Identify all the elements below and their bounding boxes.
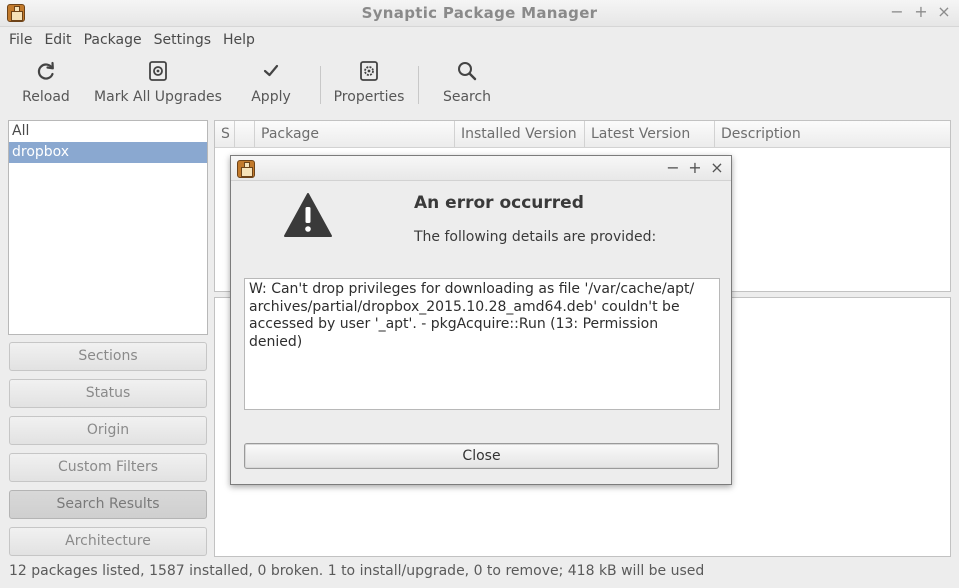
- apply-button[interactable]: Apply: [244, 59, 298, 105]
- column-header-description[interactable]: Description: [715, 121, 950, 148]
- menu-file[interactable]: File: [3, 32, 38, 48]
- menu-edit[interactable]: Edit: [38, 32, 77, 48]
- search-button[interactable]: Search: [440, 59, 494, 105]
- error-line: archives/partial/dropbox_2015.10.28_amd6…: [249, 298, 680, 315]
- menu-settings[interactable]: Settings: [148, 32, 217, 48]
- close-icon[interactable]: ×: [934, 2, 954, 22]
- column-header-status[interactable]: S: [215, 121, 235, 148]
- window-title: Synaptic Package Manager: [361, 4, 598, 22]
- error-line: W: Can't drop privileges for downloading…: [249, 281, 695, 297]
- architecture-button[interactable]: Architecture: [9, 527, 207, 556]
- dialog-minimize-icon[interactable]: −: [663, 158, 683, 178]
- warning-triangle-icon: [284, 193, 332, 237]
- status-bar-text: 12 packages listed, 1587 installed, 0 br…: [9, 563, 705, 579]
- maximize-icon[interactable]: +: [911, 2, 931, 22]
- mark-all-upgrades-label: Mark All Upgrades: [94, 89, 222, 105]
- filter-item-dropbox[interactable]: dropbox: [9, 142, 207, 163]
- toolbar-separator: [320, 66, 321, 104]
- search-magnifier-icon: [458, 62, 477, 81]
- properties-button[interactable]: Properties: [331, 59, 407, 105]
- title-bar: Synaptic Package Manager − + ×: [0, 0, 959, 27]
- custom-filters-button[interactable]: Custom Filters: [9, 453, 207, 482]
- toolbar: Reload Mark All Upgrades Apply Propertie…: [0, 53, 959, 117]
- filter-list: All dropbox: [8, 120, 208, 335]
- column-header-support[interactable]: [235, 121, 255, 148]
- column-header-latest-version[interactable]: Latest Version: [585, 121, 715, 148]
- error-line: accessed by user '_apt'. - pkgAcquire::R…: [249, 316, 659, 350]
- toolbar-separator: [418, 66, 419, 104]
- dialog-maximize-icon[interactable]: +: [685, 158, 705, 178]
- dialog-close-button[interactable]: Close: [244, 443, 719, 469]
- error-dialog: − + × An error occurred The following de…: [230, 155, 732, 485]
- mark-all-upgrades-button[interactable]: Mark All Upgrades: [94, 59, 222, 105]
- synaptic-app-icon: [237, 160, 255, 178]
- menu-bar: File Edit Package Settings Help: [0, 27, 959, 53]
- reload-button[interactable]: Reload: [17, 59, 75, 105]
- checkmark-icon: [263, 64, 279, 77]
- column-header-package[interactable]: Package: [255, 121, 455, 148]
- error-details-text: W: Can't drop privileges for downloading…: [244, 278, 720, 410]
- reload-label: Reload: [22, 89, 70, 105]
- menu-help[interactable]: Help: [217, 32, 261, 48]
- properties-label: Properties: [333, 89, 405, 105]
- reload-icon: [37, 61, 54, 80]
- mark-upgrades-icon: [149, 61, 167, 81]
- properties-gear-icon: [360, 61, 378, 81]
- status-button[interactable]: Status: [9, 379, 207, 408]
- menu-package[interactable]: Package: [78, 32, 148, 48]
- dialog-heading: An error occurred: [414, 193, 584, 213]
- search-label: Search: [442, 89, 492, 105]
- dialog-title-bar: − + ×: [231, 156, 731, 181]
- sections-button[interactable]: Sections: [9, 342, 207, 371]
- filter-item-all[interactable]: All: [9, 121, 207, 142]
- search-results-button[interactable]: Search Results: [9, 490, 207, 519]
- apply-label: Apply: [251, 89, 291, 105]
- dialog-subheading: The following details are provided:: [414, 229, 657, 245]
- minimize-icon[interactable]: −: [887, 2, 907, 22]
- column-header-installed-version[interactable]: Installed Version: [455, 121, 585, 148]
- dialog-close-icon[interactable]: ×: [707, 158, 727, 178]
- origin-button[interactable]: Origin: [9, 416, 207, 445]
